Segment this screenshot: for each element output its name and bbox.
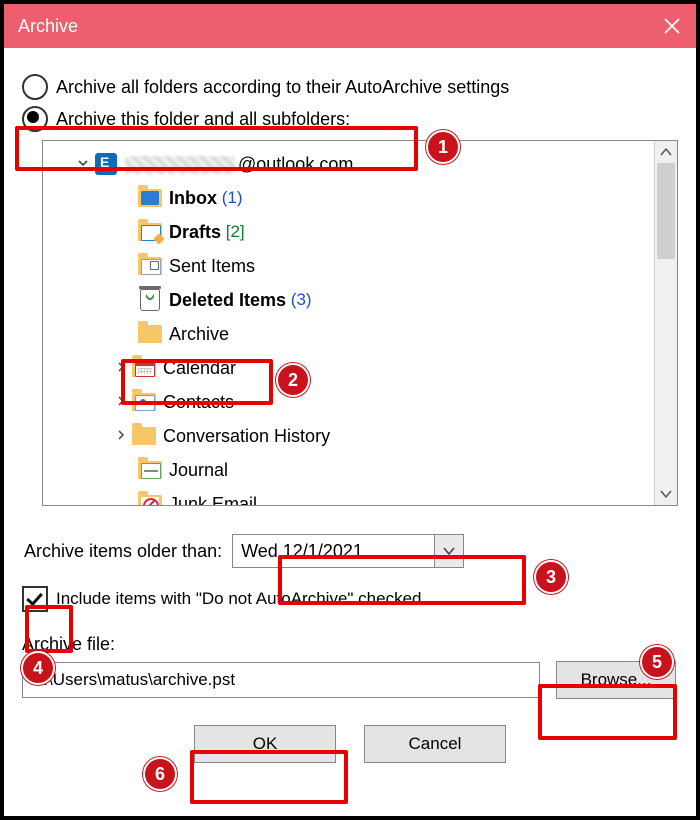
- radio-archive-all[interactable]: Archive all folders according to their A…: [22, 74, 678, 100]
- title-bar: Archive: [4, 4, 696, 48]
- chevron-down-icon[interactable]: [434, 535, 463, 567]
- include-checkbox-row[interactable]: Include items with "Do not AutoArchive" …: [22, 586, 678, 612]
- tree-item-sent[interactable]: Sent Items: [45, 249, 650, 283]
- tree-item-journal[interactable]: Journal: [45, 453, 650, 487]
- drafts-label: Drafts: [169, 222, 221, 243]
- chevron-right-icon[interactable]: [111, 429, 131, 444]
- chevron-right-icon[interactable]: [111, 361, 131, 376]
- scroll-up-icon[interactable]: [655, 141, 677, 163]
- contacts-icon: [132, 393, 156, 411]
- ok-button[interactable]: OK: [194, 725, 336, 763]
- checkbox-icon: [22, 586, 48, 612]
- annotation-badge-2: 2: [276, 363, 310, 397]
- tree-item-deleted[interactable]: Deleted Items (3): [45, 283, 650, 317]
- drafts-icon: [138, 223, 162, 241]
- inbox-icon: [138, 189, 162, 207]
- inbox-count: (1): [222, 188, 243, 208]
- contacts-label: Contacts: [163, 392, 234, 413]
- chevron-right-icon[interactable]: [111, 395, 131, 410]
- scroll-thumb[interactable]: [657, 163, 675, 259]
- radio-this-label: Archive this folder and all subfolders:: [56, 109, 350, 130]
- sent-icon: [138, 257, 162, 275]
- tree-scrollbar[interactable]: [654, 141, 677, 505]
- dialog-body: Archive all folders according to their A…: [4, 48, 696, 777]
- annotation-badge-5: 5: [640, 645, 674, 679]
- archive-dialog: Archive Archive all folders according to…: [0, 0, 700, 820]
- trash-icon: [140, 289, 160, 311]
- tree-item-conversation[interactable]: Conversation History: [45, 419, 650, 453]
- close-icon: [662, 16, 682, 36]
- sent-label: Sent Items: [169, 256, 255, 277]
- annotation-badge-6: 6: [143, 757, 177, 791]
- tree-item-archive[interactable]: Archive: [45, 317, 650, 351]
- folder-icon: [132, 427, 156, 445]
- radio-icon: [22, 106, 48, 132]
- annotation-badge-1: 1: [426, 130, 460, 164]
- drafts-count: [2]: [226, 222, 245, 242]
- tree-item-junk[interactable]: Junk Email: [45, 487, 650, 505]
- tree-item-drafts[interactable]: Drafts [2]: [45, 215, 650, 249]
- exchange-icon: [95, 153, 117, 175]
- older-than-value: Wed 12/1/2021: [233, 541, 434, 562]
- older-than-dropdown[interactable]: Wed 12/1/2021: [232, 534, 464, 568]
- tree-item-inbox[interactable]: Inbox (1): [45, 181, 650, 215]
- scroll-down-icon[interactable]: [655, 483, 677, 505]
- junk-label: Junk Email: [169, 494, 257, 506]
- conversation-label: Conversation History: [163, 426, 330, 447]
- dialog-buttons: OK Cancel: [22, 725, 678, 763]
- tree-viewport[interactable]: @outlook.com Inbox (1) Drafts [2]: [43, 141, 654, 505]
- older-than-label: Archive items older than:: [24, 541, 222, 562]
- radio-archive-this[interactable]: Archive this folder and all subfolders:: [22, 106, 678, 132]
- journal-label: Journal: [169, 460, 228, 481]
- annotation-badge-4: 4: [21, 651, 55, 685]
- close-button[interactable]: [662, 16, 682, 36]
- older-than-row: Archive items older than: Wed 12/1/2021: [24, 534, 678, 568]
- journal-icon: [138, 461, 162, 479]
- folder-tree: @outlook.com Inbox (1) Drafts [2]: [42, 140, 678, 506]
- folder-icon: [138, 325, 162, 343]
- cancel-button[interactable]: Cancel: [364, 725, 506, 763]
- tree-item-calendar[interactable]: Calendar: [45, 351, 650, 385]
- radio-all-label: Archive all folders according to their A…: [56, 77, 509, 98]
- chevron-down-icon[interactable]: [73, 157, 93, 172]
- calendar-icon: [132, 359, 156, 377]
- archive-label: Archive: [169, 324, 229, 345]
- dialog-title: Archive: [18, 16, 78, 37]
- archive-file-input[interactable]: C:\Users\matus\archive.pst: [22, 662, 540, 698]
- include-label: Include items with "Do not AutoArchive" …: [56, 589, 421, 609]
- calendar-label: Calendar: [163, 358, 236, 379]
- tree-root[interactable]: @outlook.com: [45, 147, 650, 181]
- inbox-label: Inbox: [169, 188, 217, 209]
- tree-item-contacts[interactable]: Contacts: [45, 385, 650, 419]
- deleted-count: (3): [291, 290, 312, 310]
- annotation-badge-3: 3: [534, 560, 568, 594]
- archive-file-label: Archive file:: [22, 634, 678, 655]
- junk-icon: [138, 495, 162, 505]
- radio-icon: [22, 74, 48, 100]
- archive-file-row: C:\Users\matus\archive.pst Browse...: [22, 661, 678, 699]
- deleted-label: Deleted Items: [169, 290, 286, 311]
- root-label: @outlook.com: [125, 154, 353, 175]
